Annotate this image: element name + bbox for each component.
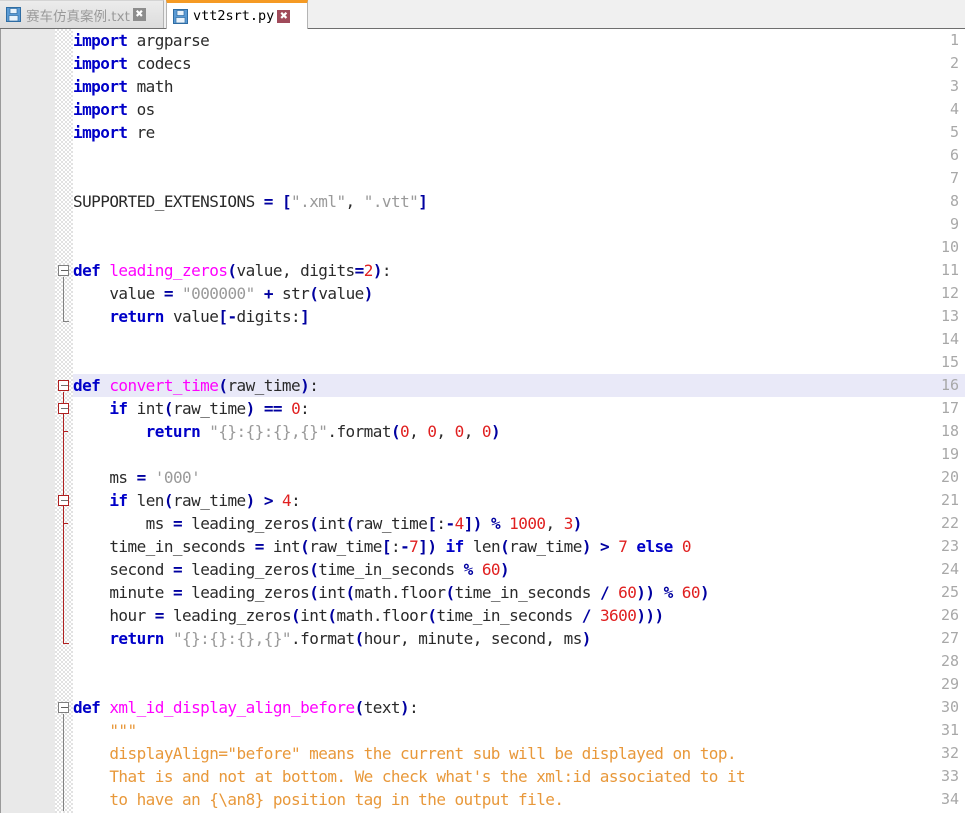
floppy-disk-icon (173, 8, 188, 24)
line-number: 6 (949, 146, 959, 164)
line-number: 28 (940, 652, 959, 670)
fold-toggle-icon[interactable] (58, 702, 69, 713)
code-line: def leading_zeros(value, digits=2): (73, 261, 392, 280)
line-number: 27 (940, 629, 959, 647)
line-number: 14 (940, 330, 959, 348)
fold-connector (63, 392, 64, 643)
line-number: 11 (940, 261, 959, 279)
line-number: 30 (940, 698, 959, 716)
line-number: 29 (940, 675, 959, 693)
close-icon[interactable]: ✖ (277, 9, 291, 23)
line-number: 25 (940, 583, 959, 601)
line-number: 31 (940, 721, 959, 739)
code-line: minute = leading_zeros(int(math.floor(ti… (109, 583, 710, 602)
code-line: def convert_time(raw_time): (73, 376, 319, 395)
code-line: import os (73, 100, 155, 119)
code-line: return value[-digits:] (109, 307, 310, 326)
line-number: 4 (949, 100, 959, 118)
line-number: 12 (940, 284, 959, 302)
line-number: 9 (949, 215, 959, 233)
fold-connector (63, 277, 64, 321)
code-editor[interactable]: 1 2 3 4 5 6 7 8 9 10 11 12 13 14 15 16 17 18 19 20 21 22 23 24 2… (0, 29, 965, 813)
fold-end-marker (63, 643, 69, 644)
line-number: 34 (940, 790, 959, 808)
code-line: hour = leading_zeros(int(math.floor(time… (109, 606, 664, 625)
floppy-disk-icon (6, 7, 21, 22)
code-line: That is and not at bottom. We check what… (73, 767, 746, 786)
line-number: 18 (940, 422, 959, 440)
code-line: if len(raw_time) > 4: (109, 491, 301, 510)
fold-toggle-icon[interactable] (58, 495, 69, 506)
close-icon[interactable]: ✖ (132, 8, 146, 21)
code-line: time_in_seconds = int(raw_time[:-7]) if … (109, 537, 691, 556)
code-line: if int(raw_time) == 0: (109, 399, 310, 418)
code-line: displayAlign="before" means the current … (73, 744, 737, 763)
fold-tick (63, 431, 68, 432)
code-line: value = "000000" + str(value) (109, 284, 373, 303)
line-number: 8 (949, 192, 959, 210)
line-number: 3 (949, 77, 959, 95)
code-line: ms = leading_zeros(int(raw_time[:-4]) % … (145, 514, 583, 533)
line-number: 22 (940, 514, 959, 532)
line-number: 26 (940, 606, 959, 624)
code-line: def xml_id_display_align_before(text): (73, 698, 419, 717)
line-number: 33 (940, 767, 959, 785)
tab-label: 赛车仿真案例.txt (26, 8, 130, 25)
fold-toggle-icon[interactable] (58, 380, 69, 391)
fold-tick (63, 523, 68, 524)
tab-bar: 赛车仿真案例.txt ✖ vtt2srt.py ✖ (0, 0, 965, 29)
line-number: 15 (940, 353, 959, 371)
code-line: import codecs (73, 54, 192, 73)
line-number: 32 (940, 744, 959, 762)
code-line: """ (73, 721, 137, 740)
fold-toggle-icon[interactable] (58, 265, 69, 276)
line-number: 16 (940, 376, 959, 394)
code-line: second = leading_zeros(time_in_seconds %… (109, 560, 510, 579)
code-line: ms = '000' (109, 468, 201, 487)
fold-connector (63, 714, 64, 811)
code-line: import re (73, 123, 155, 142)
line-number: 2 (949, 54, 959, 72)
line-number: 5 (949, 123, 959, 141)
line-number: 20 (940, 468, 959, 486)
line-number: 23 (940, 537, 959, 555)
fold-end-marker (63, 321, 69, 322)
line-number: 13 (940, 307, 959, 325)
code-line: return "{}:{}:{},{}".format(hour, minute… (109, 629, 591, 648)
code-line: import math (73, 77, 173, 96)
line-number: 24 (940, 560, 959, 578)
code-line: to have an {\an8} position tag in the ou… (73, 790, 564, 809)
line-number: 19 (940, 445, 959, 463)
tab-label: vtt2srt.py (193, 8, 275, 24)
fold-toggle-icon[interactable] (58, 403, 69, 414)
code-line: SUPPORTED_EXTENSIONS = [".xml", ".vtt"] (73, 192, 428, 211)
code-line: return "{}:{}:{},{}".format(0, 0, 0, 0) (145, 422, 501, 441)
line-number: 17 (940, 399, 959, 417)
tab-txt-file[interactable]: 赛车仿真案例.txt ✖ (0, 0, 164, 28)
line-number-gutter[interactable] (1, 29, 55, 813)
line-number: 7 (949, 169, 959, 187)
code-line: import argparse (73, 31, 210, 50)
tab-py-file[interactable]: vtt2srt.py ✖ (166, 0, 308, 29)
fold-margin[interactable] (55, 29, 73, 813)
line-number: 21 (940, 491, 959, 509)
line-number: 10 (940, 238, 959, 256)
line-number: 1 (949, 31, 959, 49)
